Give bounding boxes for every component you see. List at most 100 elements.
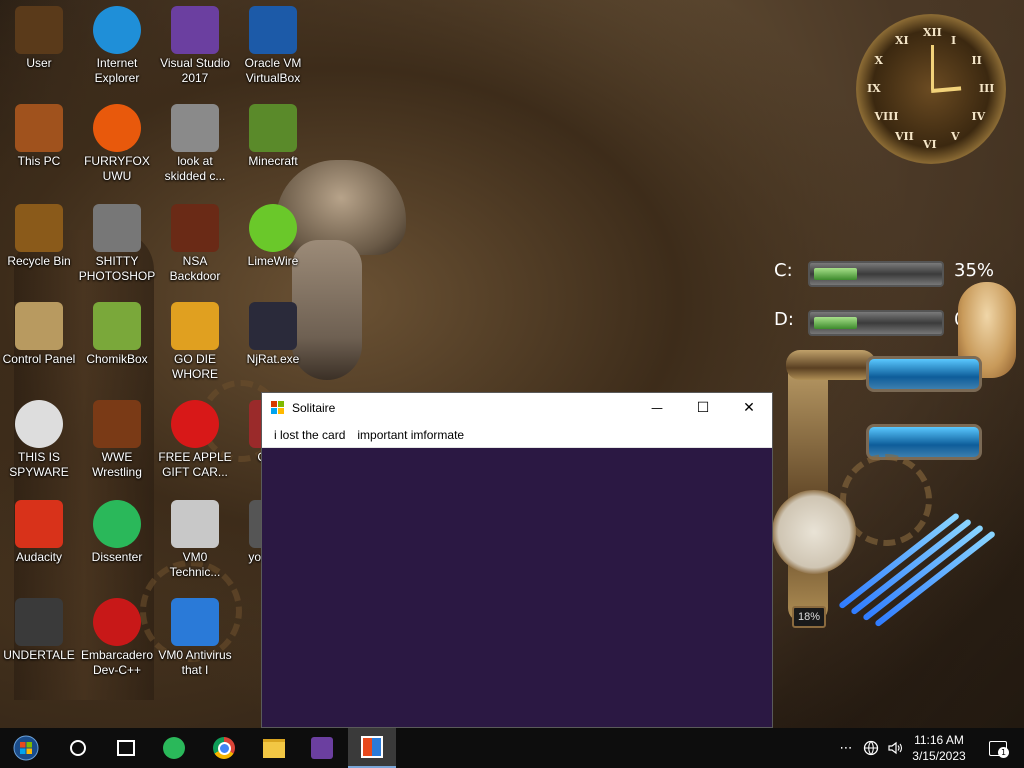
clock-numeral: XII — [923, 26, 942, 39]
clock-numeral: V — [951, 130, 960, 144]
desktop-icon-label: Visual Studio 2017 — [160, 56, 230, 85]
desktop-icon-label: ChomikBox — [86, 352, 148, 366]
chat-bubble-icon — [93, 500, 141, 548]
clock-numeral: VIII — [874, 110, 899, 123]
drive-letter: C: — [774, 260, 793, 281]
desktop-icon[interactable]: This PC — [0, 104, 78, 169]
desktop-icon[interactable]: VM0 Technic... — [156, 500, 234, 580]
desktop-icon-label: Recycle Bin — [7, 254, 71, 268]
steam-pipe — [788, 352, 828, 622]
desktop-icon[interactable]: Dissenter — [78, 500, 156, 565]
menu-item-lost-card[interactable]: i lost the card — [268, 428, 351, 442]
start-button[interactable] — [2, 728, 50, 768]
desktop-icon[interactable]: Recycle Bin — [0, 204, 78, 269]
drive-fill — [814, 268, 857, 280]
desktop-icon[interactable]: LimeWire — [234, 204, 312, 269]
solitaire-taskbar-button[interactable] — [348, 728, 396, 768]
desktop-icon[interactable]: THIS IS SPYWARE — [0, 400, 78, 480]
desktop-icon-label: SHITTY PHOTOSHOP — [78, 254, 156, 283]
desktop-icon-label: VM0 Antivirus that I — [158, 648, 232, 677]
apple-icon — [171, 400, 219, 448]
volume-icon[interactable] — [884, 728, 906, 768]
solitaire-app-icon — [271, 401, 285, 415]
desktop-icon-label: UNDERTALE — [3, 648, 75, 662]
desktop-icon-label: NjRat.exe — [246, 352, 300, 366]
minimize-button[interactable]: — — [634, 393, 680, 423]
de-icon — [171, 302, 219, 350]
unity-icon — [15, 598, 63, 646]
skull-icon — [249, 302, 297, 350]
desktop-icon-label: This PC — [17, 154, 61, 168]
desktop-icon[interactable]: FURRYFOX UWU — [78, 104, 156, 184]
desktop-icon[interactable]: Oracle VM VirtualBox — [234, 6, 312, 86]
chrome-taskbar-button[interactable] — [200, 728, 248, 768]
desktop-icon-label: NSA Backdoor — [169, 254, 221, 283]
steampunk-frame-icon — [171, 204, 219, 252]
desktop-icon-label: THIS IS SPYWARE — [9, 450, 69, 479]
clock-time: 11:16 AM — [914, 733, 964, 747]
task-view-button[interactable] — [102, 728, 150, 768]
task-view-icon — [117, 740, 135, 756]
desktop-icon[interactable]: ChomikBox — [78, 302, 156, 367]
visual-studio-taskbar-button[interactable] — [298, 728, 346, 768]
desktop-icon[interactable]: UNDERTALE — [0, 598, 78, 663]
devcpp-icon — [93, 598, 141, 646]
tray-overflow-icon[interactable]: ⋯ — [836, 728, 856, 768]
menu-bar: i lost the card important imformate — [262, 423, 772, 448]
taskbar-clock[interactable]: 11:16 AM 3/15/2023 — [906, 732, 972, 764]
computer-icon — [15, 104, 63, 152]
clock-numeral: X — [874, 54, 884, 67]
desktop-icon[interactable]: Minecraft — [234, 104, 312, 169]
solitaire-window[interactable]: Solitaire — ☐ ✕ i lost the card importan… — [262, 393, 772, 727]
desktop-icon-label: User — [26, 56, 52, 70]
grass-block-icon — [249, 104, 297, 152]
notification-count: 1 — [998, 746, 1009, 758]
clock-numeral: I — [951, 33, 957, 47]
chrome-icon — [15, 400, 63, 448]
folder-icon — [263, 738, 285, 758]
desktop-icon-label: Control Panel — [2, 352, 76, 366]
desktop-icon[interactable]: look at skidded c... — [156, 104, 234, 184]
desktop-icon[interactable]: NjRat.exe — [234, 302, 312, 367]
network-icon[interactable] — [860, 728, 882, 768]
desktop-icon[interactable]: Audacity — [0, 500, 78, 565]
desktop-icon[interactable]: GO DIE WHORE — [156, 302, 234, 382]
window-title: Solitaire — [292, 401, 336, 415]
drive-tube — [808, 310, 944, 336]
game-area[interactable] — [262, 448, 772, 728]
clock-hand — [931, 86, 962, 93]
desktop-icon-label: WWE Wrestling — [92, 450, 142, 479]
copies-icon — [171, 104, 219, 152]
desktop-icon[interactable]: FREE APPLE GIFT CAR... — [156, 400, 234, 480]
desktop-icon-label: Embarcadero Dev-C++ — [80, 648, 154, 677]
menu-item-important[interactable]: important imformate — [351, 428, 470, 442]
dissenter-taskbar-button[interactable] — [150, 728, 198, 768]
desktop-icon-label: VM0 Technic... — [169, 550, 221, 579]
desktop-icon[interactable]: Internet Explorer — [78, 6, 156, 86]
clock-date: 3/15/2023 — [912, 749, 966, 763]
user-icon — [15, 6, 63, 54]
desktop-icon[interactable]: VM0 Antivirus that I — [156, 598, 234, 678]
lime-icon — [249, 204, 297, 252]
desktop-icon[interactable]: Control Panel — [0, 302, 78, 367]
maximize-button[interactable]: ☐ — [680, 393, 726, 423]
desktop-icon-label: Oracle VM VirtualBox — [244, 56, 302, 85]
cortana-button[interactable] — [54, 728, 102, 768]
desktop-icon-label: Audacity — [15, 550, 63, 564]
desktop-icon[interactable]: NSA Backdoor — [156, 204, 234, 284]
file-explorer-taskbar-button[interactable] — [250, 728, 298, 768]
title-bar[interactable]: Solitaire — ☐ ✕ — [262, 393, 772, 423]
desktop-icon[interactable]: Visual Studio 2017 — [156, 6, 234, 86]
drive-fill — [814, 317, 857, 329]
desktop-icon[interactable]: WWE Wrestling — [78, 400, 156, 480]
desktop-icon[interactable]: User — [0, 6, 78, 71]
notification-button[interactable]: 1 — [980, 728, 1016, 768]
desktop-icon-label: look at skidded c... — [164, 154, 226, 183]
drive-letter: D: — [774, 309, 794, 330]
close-button[interactable]: ✕ — [726, 393, 772, 423]
desktop-icon[interactable]: Embarcadero Dev-C++ — [78, 598, 156, 678]
desktop-icon[interactable]: SHITTY PHOTOSHOP — [78, 204, 156, 284]
virtualbox-icon — [249, 6, 297, 54]
pressure-gauge — [772, 490, 856, 574]
chrome-icon — [213, 737, 235, 759]
